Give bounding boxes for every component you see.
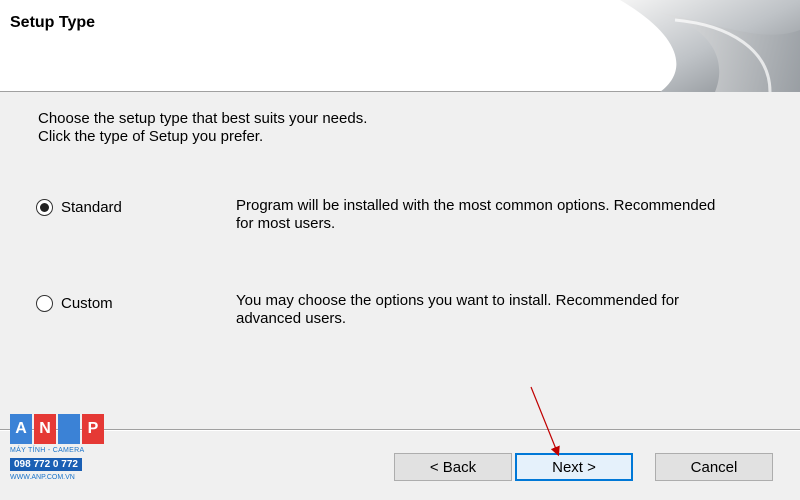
page-curl-graphic <box>620 0 800 92</box>
anp-watermark-logo: A N P MÁY TÍNH - CAMERA 098 772 0 772 WW… <box>10 414 110 490</box>
standard-radio-button[interactable] <box>36 198 53 216</box>
logo-letter-p-left <box>58 414 80 444</box>
custom-description-line-1: You may choose the options you want to i… <box>236 292 680 309</box>
logo-url: WWW.ANP.COM.VN <box>10 474 75 481</box>
custom-label: Custom <box>61 294 113 312</box>
custom-radio-button[interactable] <box>36 294 53 312</box>
custom-option[interactable]: Custom <box>36 292 113 314</box>
instruction-line-1: Choose the setup type that best suits yo… <box>38 110 368 127</box>
logo-letter-a: A <box>10 414 32 444</box>
instruction-line-2: Click the type of Setup you prefer. <box>38 128 264 145</box>
standard-description-line-1: Program will be installed with the most … <box>236 197 716 214</box>
standard-description: Program will be installed with the most … <box>236 197 796 233</box>
standard-option[interactable]: Standard <box>36 196 122 218</box>
cancel-button[interactable]: Cancel <box>655 453 773 481</box>
logo-letter-p: P <box>82 414 104 444</box>
dialog-header: Setup Type <box>0 0 800 92</box>
dialog-title: Setup Type <box>10 14 96 31</box>
custom-description-line-2: advanced users. <box>236 310 347 327</box>
next-button[interactable]: Next > <box>515 453 633 481</box>
custom-description: You may choose the options you want to i… <box>236 292 796 328</box>
logo-phone: 098 772 0 772 <box>10 458 82 471</box>
standard-description-line-2: for most users. <box>236 215 336 232</box>
standard-label: Standard <box>61 198 122 216</box>
logo-letters: A N P <box>10 414 110 444</box>
footer-separator <box>0 429 800 431</box>
back-button[interactable]: < Back <box>394 453 512 481</box>
logo-letter-n: N <box>34 414 56 444</box>
logo-tagline: MÁY TÍNH - CAMERA <box>10 447 85 454</box>
